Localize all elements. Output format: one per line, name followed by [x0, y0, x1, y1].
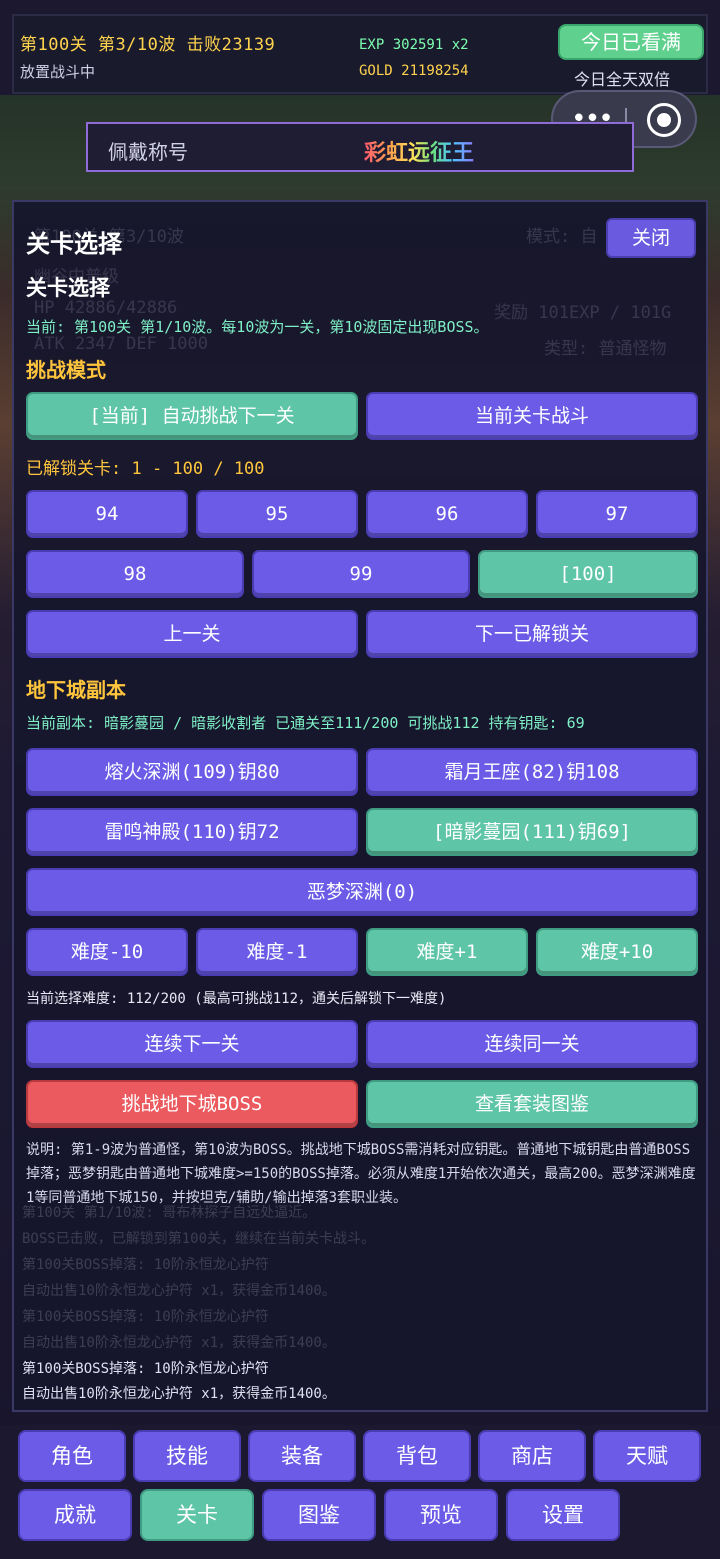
level-button-94[interactable]: 94 [26, 490, 188, 538]
dungeon-button-thunder[interactable]: 雷鸣神殿(110)钥72 [26, 808, 358, 856]
nav-achievements[interactable]: 成就 [18, 1489, 132, 1541]
ghost-atk: ATK 2347 DEF 1000 [34, 334, 208, 354]
current-stage-text: 当前: 第100关 第1/10波。每10波为一关，第10波固定出现BOSS。 [26, 318, 489, 336]
equipped-title-box[interactable]: 佩戴称号 彩虹远征王 [86, 122, 634, 172]
nav-shop[interactable]: 商店 [478, 1430, 586, 1482]
title-label: 佩戴称号 [108, 140, 188, 164]
stage-progress: 第100关 第3/10波 击败23139 [20, 35, 276, 55]
level-button-99[interactable]: 99 [252, 550, 470, 598]
log-line: 第100关BOSS掉落: 10阶永恒龙心护符 [22, 1257, 269, 1273]
ghost-mode: 模式: 自 [526, 227, 598, 247]
auto-challenge-button[interactable]: [当前] 自动挑战下一关 [26, 392, 358, 440]
level-button-95[interactable]: 95 [196, 490, 358, 538]
level-button-100[interactable]: [100] [478, 550, 698, 598]
next-unlocked-button[interactable]: 下一已解锁关 [366, 610, 698, 658]
dungeon-button-nightmare[interactable]: 恶梦深渊(0) [26, 868, 698, 916]
nav-character[interactable]: 角色 [18, 1430, 126, 1482]
unlocked-levels-text: 已解锁关卡: 1 - 100 / 100 [26, 459, 265, 479]
continue-same-button[interactable]: 连续同一关 [366, 1020, 698, 1068]
difficulty-plus-10-button[interactable]: 难度+10 [536, 928, 698, 976]
log-line: 自动出售10阶永恒龙心护符 x1，获得金币1400。 [22, 1386, 336, 1402]
challenge-mode-heading: 挑战模式 [26, 358, 106, 382]
difficulty-plus-1-button[interactable]: 难度+1 [366, 928, 528, 976]
description-text: 说明: 第1-9波为普通怪，第10波为BOSS。挑战地下城BOSS需消耗对应钥匙… [26, 1142, 696, 1206]
level-button-98[interactable]: 98 [26, 550, 244, 598]
dungeon-button-shadow[interactable]: [暗影蔓园(111)钥69] [366, 808, 698, 856]
double-reward-note: 今日全天双倍 [574, 70, 671, 89]
difficulty-minus-10-button[interactable]: 难度-10 [26, 928, 188, 976]
continue-next-button[interactable]: 连续下一关 [26, 1020, 358, 1068]
nav-settings[interactable]: 设置 [506, 1489, 620, 1541]
top-hud: 第100关 第3/10波 击败23139 放置战斗中 EXP 302591 x2… [12, 14, 708, 94]
view-set-collection-button[interactable]: 查看套装图鉴 [366, 1080, 698, 1128]
dungeon-heading: 地下城副本 [26, 678, 126, 702]
gold-readout: GOLD 21198254 [359, 63, 469, 79]
ghost-type: 类型: 普通怪物 [544, 339, 667, 359]
difficulty-info-text: 当前选择难度: 112/200 (最高可挑战112，通关后解锁下一难度) [26, 991, 447, 1007]
exp-readout: EXP 302591 x2 [359, 37, 469, 53]
dungeon-button-frostmoon[interactable]: 霜月王座(82)钥108 [366, 748, 698, 796]
nav-collection[interactable]: 图鉴 [262, 1489, 376, 1541]
panel-subtitle: 关卡选择 [26, 276, 110, 300]
difficulty-minus-1-button[interactable]: 难度-1 [196, 928, 358, 976]
ghost-reward: 奖励 101EXP / 101G [494, 303, 672, 323]
current-stage-battle-button[interactable]: 当前关卡战斗 [366, 392, 698, 440]
log-line: 第100关BOSS掉落: 10阶永恒龙心护符 [22, 1309, 269, 1325]
nav-backpack[interactable]: 背包 [363, 1430, 471, 1482]
nav-preview[interactable]: 预览 [384, 1489, 498, 1541]
log-line: 第100关 第1/10波: 哥布林探子自远处逼近。 [22, 1205, 317, 1221]
nav-skills[interactable]: 技能 [133, 1430, 241, 1482]
nav-equipment[interactable]: 装备 [248, 1430, 356, 1482]
hud-stage-info: 第100关 第3/10波 击败23139 放置战斗中 [20, 30, 275, 82]
nav-stages[interactable]: 关卡 [140, 1489, 254, 1541]
dungeon-button-molten[interactable]: 熔火深渊(109)钥80 [26, 748, 358, 796]
log-line: 第100关BOSS掉落: 10阶永恒龙心护符 [22, 1361, 269, 1377]
close-button[interactable]: 关闭 [606, 218, 696, 258]
level-button-96[interactable]: 96 [366, 490, 528, 538]
battle-status: 放置战斗中 [20, 63, 96, 81]
watch-ad-button[interactable]: 今日已看满 [558, 24, 704, 60]
log-line: BOSS已击败，已解锁到第100关，继续在当前关卡战斗。 [22, 1231, 375, 1247]
level-button-97[interactable]: 97 [536, 490, 698, 538]
close-miniprogram-icon[interactable] [647, 103, 681, 137]
prev-level-button[interactable]: 上一关 [26, 610, 358, 658]
stage-select-panel: 第100关 第3/10波 模式: 自 幽谷中普级 HP 42886/42886 … [12, 200, 708, 1412]
dungeon-info-text: 当前副本: 暗影蔓园 / 暗影收割者 已通关至111/200 可挑战112 持有… [26, 714, 585, 732]
log-line: 自动出售10阶永恒龙心护符 x1，获得金币1400。 [22, 1283, 336, 1299]
panel-title: 关卡选择 [26, 230, 122, 258]
log-line: 自动出售10阶永恒龙心护符 x1，获得金币1400。 [22, 1335, 336, 1351]
nav-talent[interactable]: 天赋 [593, 1430, 701, 1482]
challenge-dungeon-boss-button[interactable]: 挑战地下城BOSS [26, 1080, 358, 1128]
title-value: 彩虹远征王 [364, 135, 474, 167]
resource-info: EXP 302591 x2 GOLD 21198254 [359, 32, 469, 84]
